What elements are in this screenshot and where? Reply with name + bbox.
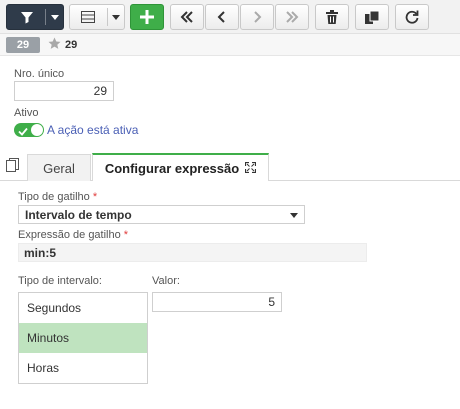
- tipo-gatilho-select[interactable]: Intervalo de tempo: [18, 205, 305, 224]
- chevron-right-icon: [252, 11, 262, 23]
- intervalo-list[interactable]: Segundos Minutos Horas: [18, 292, 148, 384]
- valor-label: Valor:: [152, 275, 180, 287]
- copy-icon: [365, 10, 379, 24]
- expand-icon: [245, 161, 257, 176]
- check-icon: [18, 125, 28, 139]
- tipo-gatilho-label: Tipo de gatilho *: [18, 191, 98, 203]
- refresh-button[interactable]: [395, 4, 429, 30]
- tab-configurar-expressao-label: Configurar expressão: [104, 160, 240, 176]
- trash-icon: [326, 10, 338, 24]
- expressao-field[interactable]: min:5: [18, 243, 367, 262]
- record-bar: 29 29: [0, 34, 460, 56]
- chevron-left-icon: [217, 11, 227, 23]
- ativo-label: Ativo: [14, 107, 39, 119]
- favorite-indicator[interactable]: 29: [48, 37, 77, 53]
- expressao-label: Expressão de gatilho *: [18, 229, 129, 241]
- double-chevron-right-icon: [285, 11, 299, 23]
- chevron-down-icon: [112, 15, 120, 20]
- tipo-gatilho-value: Intervalo de tempo: [25, 207, 132, 222]
- filter-button[interactable]: [6, 4, 64, 30]
- refresh-icon: [405, 10, 419, 24]
- chevron-down-icon: [290, 213, 298, 218]
- delete-button[interactable]: [315, 4, 349, 30]
- star-icon: [48, 37, 61, 53]
- ativo-toggle[interactable]: [14, 123, 44, 137]
- add-button[interactable]: [130, 4, 164, 30]
- double-chevron-left-icon: [180, 11, 194, 23]
- duplicate-button[interactable]: [355, 4, 389, 30]
- duplicate-tab-icon[interactable]: [6, 158, 19, 175]
- nro-unico-label: Nro. único: [14, 68, 65, 80]
- record-number: 29: [65, 39, 78, 51]
- tab-configurar-expressao[interactable]: Configurar expressão: [92, 153, 269, 181]
- valor-field[interactable]: 5: [152, 292, 282, 312]
- list-item-segundos[interactable]: Segundos: [19, 293, 147, 323]
- filter-icon: [20, 11, 34, 24]
- ativo-status-text: A ação está ativa: [47, 123, 139, 137]
- toolbar: [0, 0, 460, 34]
- required-marker: *: [92, 191, 98, 203]
- plus-icon: [140, 10, 154, 24]
- list-icon: [81, 11, 95, 23]
- record-badge: 29: [6, 37, 40, 53]
- nro-unico-field[interactable]: 29: [14, 81, 114, 101]
- chevron-down-icon: [51, 15, 59, 20]
- tab-geral[interactable]: Geral: [27, 154, 91, 181]
- last-record-button[interactable]: [275, 4, 309, 30]
- first-record-button[interactable]: [170, 4, 204, 30]
- required-marker: *: [123, 229, 129, 241]
- grid-view-button[interactable]: [69, 4, 125, 30]
- list-item-horas[interactable]: Horas: [19, 353, 147, 383]
- tipo-intervalo-label: Tipo de intervalo:: [18, 275, 102, 287]
- next-record-button[interactable]: [240, 4, 274, 30]
- list-item-minutos[interactable]: Minutos: [19, 323, 147, 353]
- previous-record-button[interactable]: [205, 4, 239, 30]
